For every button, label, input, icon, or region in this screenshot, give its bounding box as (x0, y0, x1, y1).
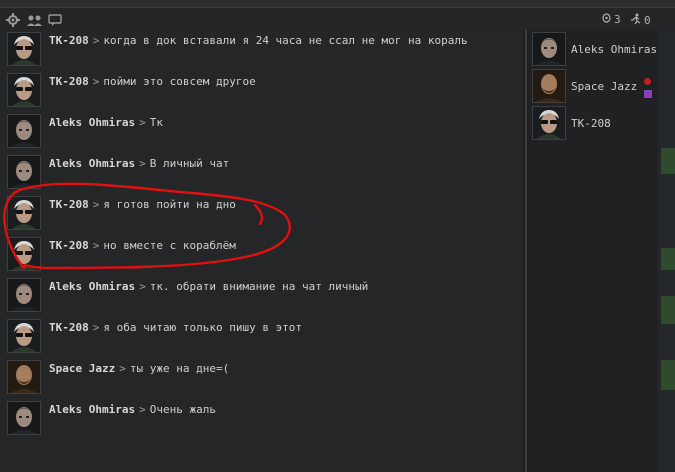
message-separator: > (139, 157, 146, 170)
background-edge (658, 30, 675, 472)
message-line: Space Jazz > ты уже на дне=( (49, 362, 229, 375)
sender-name[interactable]: Aleks Ohmiras (49, 403, 135, 416)
member-name: Space Jazz (571, 80, 638, 93)
member-item[interactable]: Space Jazz (530, 69, 656, 107)
pilots-count: 0 (644, 14, 651, 27)
message-text: пойми это совсем другое (103, 75, 256, 88)
message-text: я оба читаю только пишу в этот (103, 321, 303, 334)
avatar[interactable] (7, 401, 41, 435)
message-line: Aleks Ohmiras > Тк (49, 116, 163, 129)
avatar[interactable] (7, 360, 41, 394)
avatar[interactable] (7, 237, 41, 271)
sender-name[interactable]: TK-208 (49, 198, 89, 211)
sender-name[interactable]: TK-208 (49, 321, 89, 334)
message-line: Aleks Ohmiras > Очень жаль (49, 403, 216, 416)
avatar[interactable] (7, 319, 41, 353)
eye-icon (602, 13, 611, 26)
chat-message: Space Jazz > ты уже на дне=( (0, 358, 523, 399)
message-separator: > (139, 280, 146, 293)
message-line: TK-208 > когда в док вставали я 24 часа не… (49, 34, 468, 47)
avatar[interactable] (7, 196, 41, 230)
message-line: Aleks Ohmiras > В личный чат (49, 157, 229, 170)
chat-message: TK-208 > я оба читаю только пишу в этот (0, 317, 523, 358)
speech-bubble-icon[interactable] (48, 12, 62, 26)
sender-name[interactable]: TK-208 (49, 75, 89, 88)
member-avatar[interactable] (532, 69, 566, 103)
avatar[interactable] (7, 73, 41, 107)
sender-name[interactable]: Space Jazz (49, 362, 115, 375)
message-text: Тк (149, 116, 163, 129)
avatar[interactable] (7, 114, 41, 148)
message-separator: > (92, 34, 100, 47)
chat-message: TK-208 > но вместе с кораблём (0, 235, 523, 276)
message-line: TK-208 > пойми это совсем другое (49, 75, 256, 88)
message-text: тк. обрати внимание на чат личный (149, 280, 369, 293)
member-item[interactable]: Aleks Ohmiras (530, 32, 658, 70)
chat-scrollbar[interactable] (525, 30, 527, 472)
message-line: TK-208 > но вместе с кораблём (49, 239, 236, 252)
sender-name[interactable]: Aleks Ohmiras (49, 280, 135, 293)
viewers-count: 3 (614, 13, 621, 26)
channel-tab-strip[interactable] (0, 0, 675, 8)
members-icon[interactable] (26, 12, 44, 26)
avatar[interactable] (7, 155, 41, 189)
chat-message: TK-208 > пойми это совсем другое (0, 71, 523, 112)
message-separator: > (139, 116, 146, 129)
standing-badge-icon (644, 90, 652, 98)
chat-message: TK-208 > я готов пойти на дно (0, 194, 523, 235)
chat-message: Aleks Ohmiras > Очень жаль (0, 399, 523, 440)
message-separator: > (119, 362, 126, 375)
sender-name[interactable]: TK-208 (49, 239, 89, 252)
channel-member-list[interactable]: Aleks Ohmiras Space Jazz TK-208 (528, 30, 658, 472)
sender-name[interactable]: Aleks Ohmiras (49, 157, 135, 170)
chat-message-list[interactable]: TK-208 > когда в док вставали я 24 часа не… (0, 30, 523, 472)
viewers-counter: 3 (602, 13, 621, 26)
sender-name[interactable]: TK-208 (49, 34, 89, 47)
message-text: В личный чат (149, 157, 230, 170)
member-name: TK-208 (571, 117, 611, 130)
pilots-counter: 0 (630, 13, 651, 28)
message-text: ты уже на дне=( (129, 362, 230, 375)
message-line: TK-208 > я готов пойти на дно (49, 198, 236, 211)
sender-name[interactable]: Aleks Ohmiras (49, 116, 135, 129)
chat-message: Aleks Ohmiras > Тк (0, 112, 523, 153)
status-dot-icon (644, 78, 651, 85)
message-separator: > (92, 321, 100, 334)
message-text: но вместе с кораблём (103, 239, 236, 252)
message-separator: > (139, 403, 146, 416)
chat-message: Aleks Ohmiras > тк. обрати внимание на чат… (0, 276, 523, 317)
member-avatar[interactable] (532, 106, 566, 140)
avatar[interactable] (7, 278, 41, 312)
message-line: Aleks Ohmiras > тк. обрати внимание на чат… (49, 280, 368, 293)
chat-message: Aleks Ohmiras > В личный чат (0, 153, 523, 194)
message-text: я готов пойти на дно (103, 198, 236, 211)
avatar[interactable] (7, 32, 41, 66)
message-separator: > (92, 75, 100, 88)
member-name: Aleks Ohmiras (571, 43, 658, 56)
running-man-icon (630, 13, 641, 28)
member-avatar[interactable] (532, 32, 566, 66)
message-text: когда в док вставали я 24 часа не ссал н… (103, 34, 468, 47)
member-item[interactable]: TK-208 (530, 106, 656, 144)
message-separator: > (92, 239, 100, 252)
message-line: TK-208 > я оба читаю только пишу в этот (49, 321, 302, 334)
chat-message: TK-208 > когда в док вставали я 24 часа не… (0, 30, 523, 71)
chat-toolbar: 3 0 (0, 8, 675, 30)
gear-icon[interactable] (6, 12, 20, 27)
message-text: Очень жаль (149, 403, 216, 416)
message-separator: > (92, 198, 100, 211)
